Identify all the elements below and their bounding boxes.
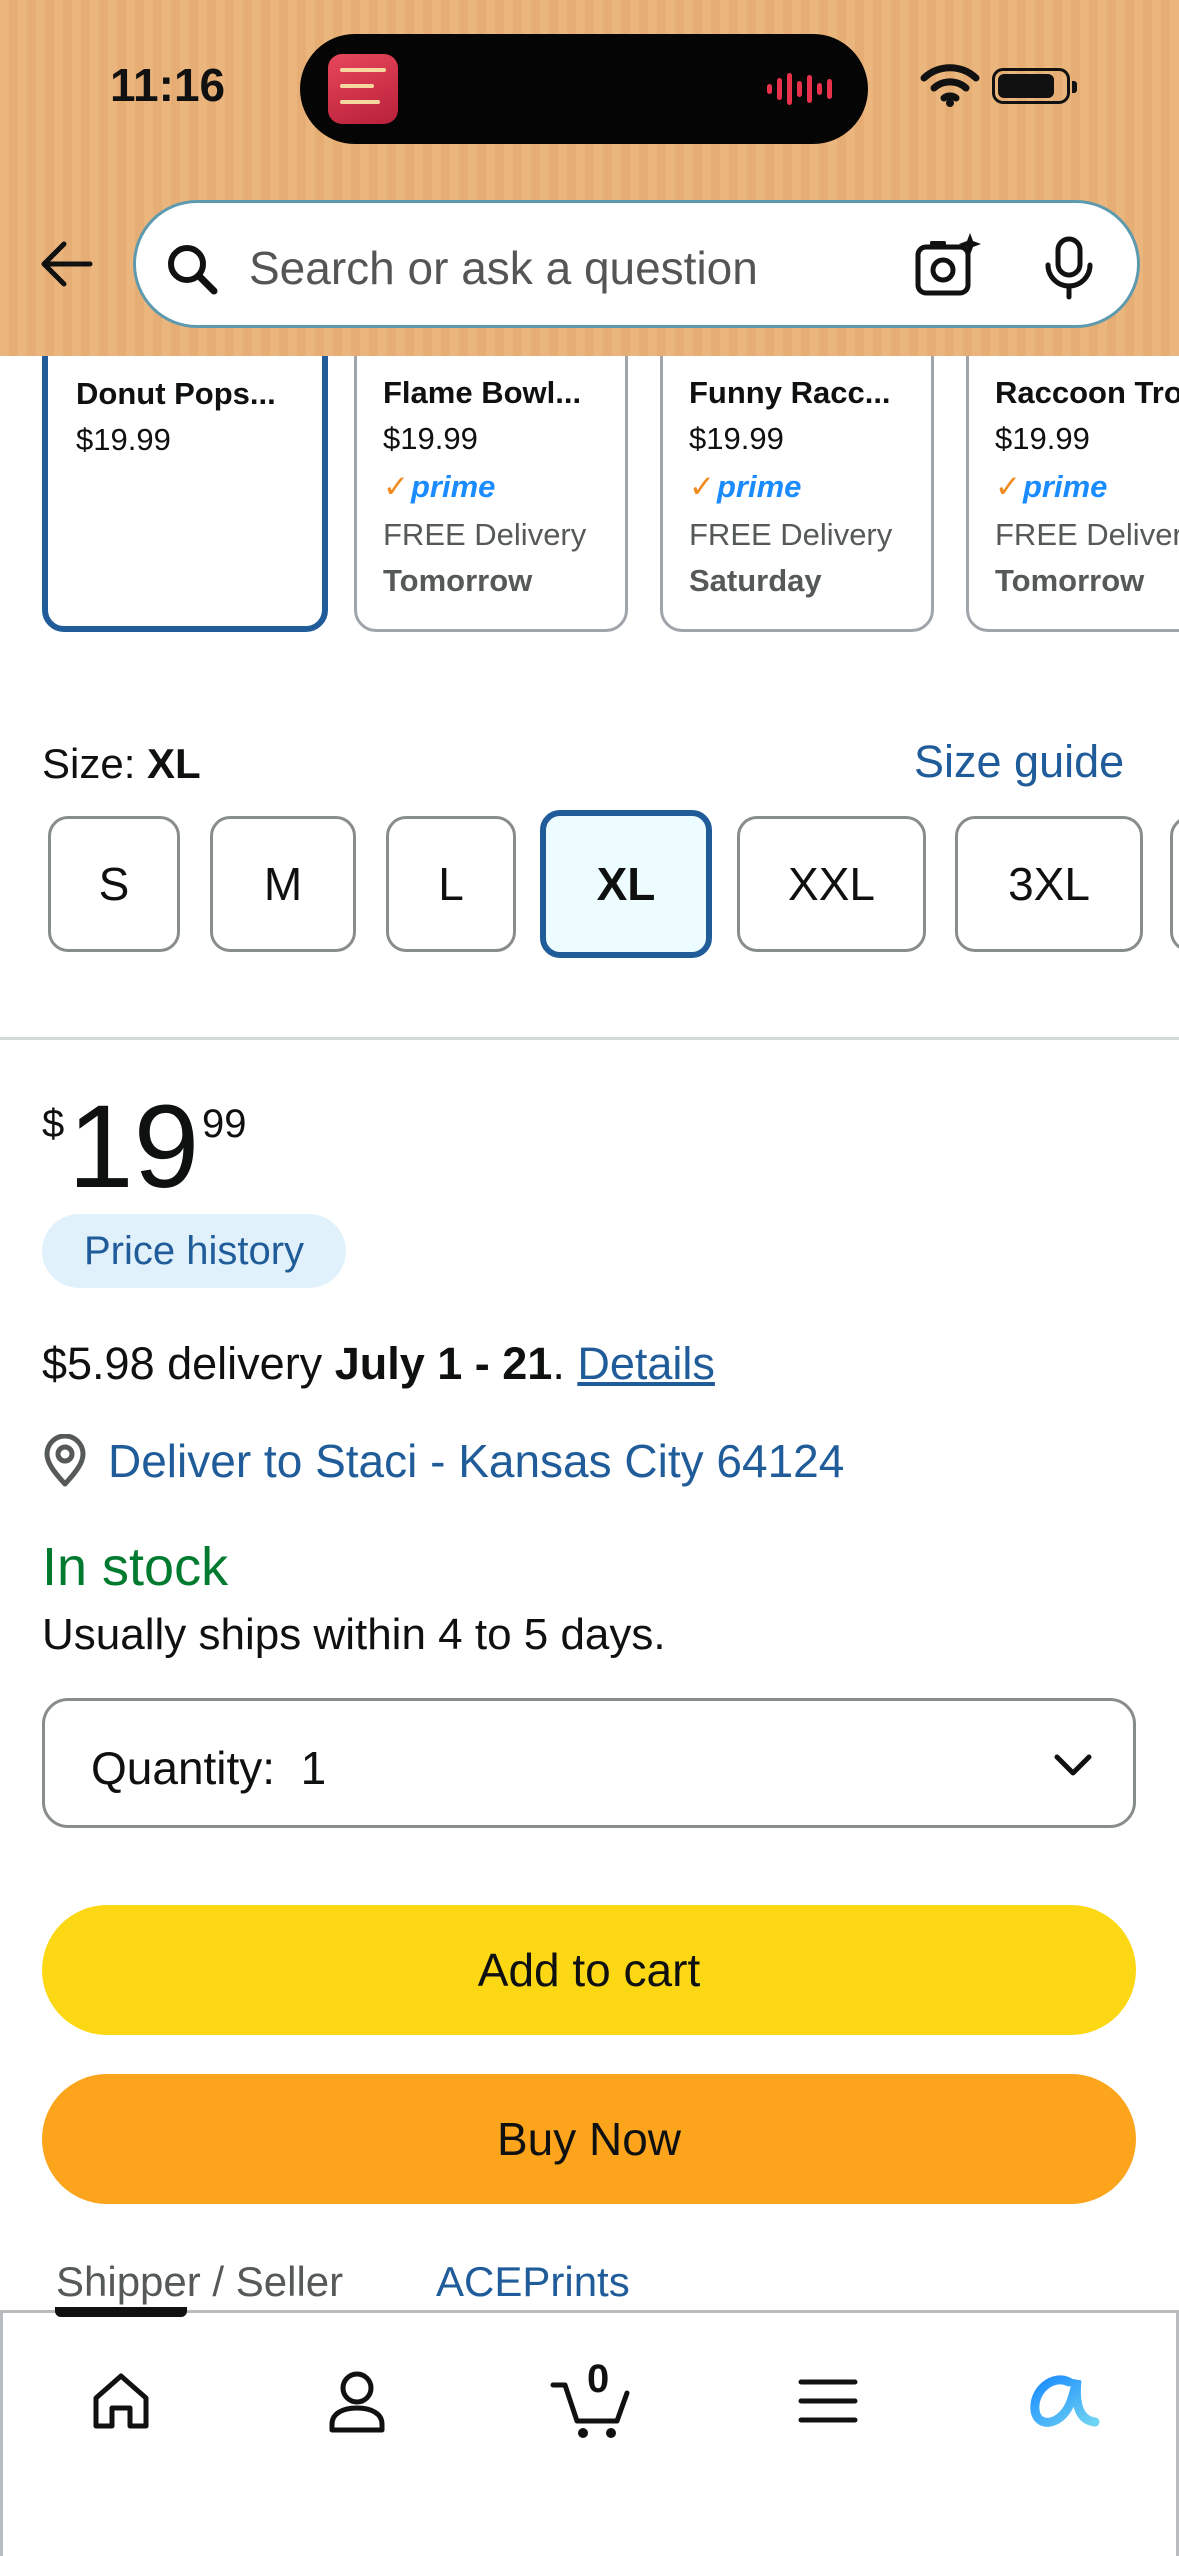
header: 11:16 Search or ask a question — [0, 0, 1179, 356]
price-symbol: $ — [42, 1102, 65, 1146]
nav-rufus[interactable] — [1013, 2351, 1113, 2451]
price-whole: 19 — [68, 1081, 200, 1213]
back-arrow-icon[interactable] — [34, 232, 98, 296]
shipper-seller-label: Shipper / Seller — [56, 2258, 344, 2305]
deliver-to-link[interactable]: Deliver to Staci - Kansas City 64124 — [108, 1434, 844, 1488]
prime-check-icon: ✓ — [383, 469, 409, 504]
variant-delivery-day: Tomorrow — [995, 563, 1145, 598]
size-option-more[interactable] — [1170, 816, 1179, 952]
prime-badge: ✓prime — [383, 469, 496, 504]
size-option-s[interactable]: S — [48, 816, 180, 952]
nav-cart[interactable]: 0 — [541, 2351, 641, 2451]
dynamic-island[interactable] — [300, 34, 868, 144]
nav-active-indicator — [55, 2307, 187, 2317]
wifi-icon — [920, 64, 980, 107]
account-icon — [329, 2371, 385, 2433]
stock-status: In stock — [42, 1537, 229, 1597]
now-playing-artwork — [328, 54, 398, 124]
variant-delivery-day: Tomorrow — [383, 563, 533, 598]
variant-delivery-day: Saturday — [689, 563, 822, 598]
variant-delivery: FREE Delivery — [383, 517, 587, 552]
microphone-icon[interactable] — [1041, 235, 1097, 301]
nav-menu[interactable] — [778, 2351, 878, 2451]
prime-check-icon: ✓ — [689, 469, 715, 504]
price-history-button[interactable]: Price history — [42, 1214, 346, 1288]
menu-icon — [798, 2379, 858, 2423]
variant-delivery: FREE Deliver — [995, 517, 1179, 552]
variant-price: $19.99 — [689, 421, 784, 456]
size-option-l[interactable]: L — [386, 816, 516, 952]
price-fraction: 99 — [202, 1102, 247, 1146]
variant-price: $19.99 — [383, 421, 478, 456]
variant-card[interactable]: Flame Bowl... $19.99 ✓prime FREE Deliver… — [354, 356, 628, 632]
variant-card-selected[interactable]: Donut Pops... $19.99 — [42, 356, 328, 632]
prime-badge: ✓prime — [995, 469, 1108, 504]
variant-title: Flame Bowl... — [383, 375, 582, 410]
cart-count-badge: 0 — [587, 2357, 610, 2401]
delivery-details-link[interactable]: Details — [577, 1338, 715, 1389]
variant-delivery: FREE Delivery — [689, 517, 893, 552]
size-label: Size: XL — [42, 740, 201, 787]
variant-title: Raccoon Tro — [995, 375, 1179, 410]
shipping-time: Usually ships within 4 to 5 days. — [42, 1610, 666, 1659]
variant-price: $19.99 — [995, 421, 1090, 456]
quantity-select[interactable]: Quantity: 1 — [42, 1698, 1136, 1828]
size-option-3xl[interactable]: 3XL — [955, 816, 1143, 952]
prime-check-icon: ✓ — [995, 469, 1021, 504]
size-value: XL — [147, 740, 201, 787]
chevron-down-icon — [1054, 1754, 1092, 1776]
nav-home[interactable] — [71, 2351, 171, 2451]
search-icon — [168, 245, 218, 295]
home-icon — [93, 2373, 149, 2429]
audio-waveform-icon — [767, 72, 832, 106]
rufus-icon — [1030, 2375, 1100, 2427]
variant-card[interactable]: Raccoon Tro $19.99 ✓prime FREE Deliver T… — [966, 356, 1179, 632]
camera-search-icon[interactable] — [912, 231, 982, 301]
add-to-cart-button[interactable]: Add to cart — [42, 1905, 1136, 2035]
section-divider — [0, 1037, 1179, 1040]
variant-title: Donut Pops... — [76, 376, 276, 411]
status-time: 11:16 — [110, 59, 226, 111]
search-input[interactable]: Search or ask a question — [133, 200, 1140, 328]
style-variants-carousel[interactable]: Donut Pops... $19.99 Flame Bowl... $19.9… — [0, 356, 1179, 646]
location-pin-icon — [44, 1434, 86, 1487]
variant-title: Funny Racc... — [689, 375, 891, 410]
prime-badge: ✓prime — [689, 469, 802, 504]
seller-link[interactable]: ACEPrints — [436, 2258, 630, 2306]
variant-card[interactable]: Funny Racc... $19.99 ✓prime FREE Deliver… — [660, 356, 934, 632]
bottom-nav: 0 — [0, 2307, 1179, 2556]
nav-account[interactable] — [307, 2351, 407, 2451]
variant-price: $19.99 — [76, 422, 171, 457]
size-option-m[interactable]: M — [210, 816, 356, 952]
battery-icon — [992, 68, 1077, 104]
delivery-dates: July 1 - 21 — [334, 1338, 553, 1389]
quantity-label: Quantity: 1 — [91, 1742, 327, 1794]
size-option-xl[interactable]: XL — [540, 810, 712, 958]
search-placeholder: Search or ask a question — [249, 242, 758, 294]
size-option-xxl[interactable]: XXL — [737, 816, 926, 952]
size-guide-link[interactable]: Size guide — [914, 736, 1124, 788]
delivery-info: $5.98 delivery July 1 - 21. Details — [42, 1338, 715, 1389]
buy-now-button[interactable]: Buy Now — [42, 2074, 1136, 2204]
